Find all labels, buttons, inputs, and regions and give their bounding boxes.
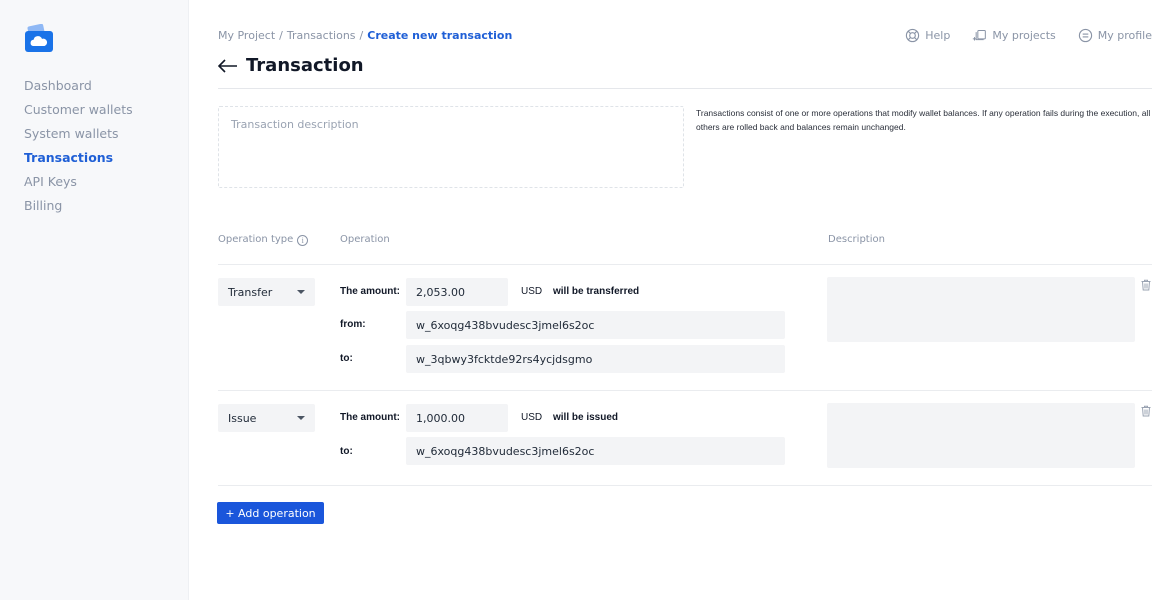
trash-icon[interactable]: [1140, 405, 1152, 417]
info-icon[interactable]: i: [297, 235, 309, 246]
from-wallet-input[interactable]: [406, 311, 785, 339]
to-label: to:: [340, 353, 353, 364]
to-wallet-input[interactable]: [406, 437, 785, 465]
operation-type-select[interactable]: Issue: [218, 404, 315, 432]
back-arrow-icon[interactable]: [218, 58, 238, 73]
header-divider: [218, 88, 1152, 89]
column-description: Description: [828, 234, 885, 245]
trash-icon[interactable]: [1140, 279, 1152, 291]
add-project-icon: [973, 29, 987, 41]
currency-label: USD: [521, 412, 543, 423]
sidebar-item-system-wallets[interactable]: System wallets: [24, 126, 133, 150]
breadcrumb-separator: /: [359, 29, 364, 42]
lifebuoy-icon: [906, 28, 920, 43]
operation-description-input[interactable]: [827, 403, 1135, 468]
transaction-description-input[interactable]: [218, 106, 684, 188]
help-link[interactable]: Help: [905, 28, 950, 43]
operation-divider: [218, 485, 1152, 486]
operation-type-value: Transfer: [228, 285, 273, 299]
caret-down-icon: [297, 290, 305, 294]
amount-label: The amount:: [340, 286, 400, 297]
operation-suffix-label: will be transferred: [553, 286, 640, 297]
column-operation-type-label: Operation type: [218, 234, 294, 245]
my-profile-label: My profile: [1097, 29, 1152, 42]
amount-input[interactable]: [406, 278, 508, 306]
operation-divider: [218, 390, 1152, 391]
top-nav: Help My projects My profile: [905, 28, 1152, 43]
sidebar-item-billing[interactable]: Billing: [24, 198, 133, 222]
add-operation-button[interactable]: + Add operation: [217, 502, 324, 524]
breadcrumb-separator: /: [279, 29, 283, 42]
amount-label: The amount:: [340, 412, 400, 423]
breadcrumb-create-new-transaction: Create new transaction: [367, 29, 513, 42]
my-projects-link[interactable]: My projects: [972, 28, 1056, 43]
currency-label: USD: [521, 286, 543, 297]
to-wallet-input[interactable]: [406, 345, 785, 373]
profile-menu-icon: [1078, 28, 1092, 43]
sidebar: Dashboard Customer wallets System wallet…: [0, 0, 189, 600]
table-divider: [218, 264, 1152, 265]
my-profile-link[interactable]: My profile: [1078, 28, 1152, 43]
page-title: Transaction: [246, 55, 364, 76]
sidebar-item-transactions[interactable]: Transactions: [24, 150, 133, 174]
sidebar-item-customer-wallets[interactable]: Customer wallets: [24, 102, 133, 126]
from-label: from:: [340, 319, 366, 330]
breadcrumb-transactions[interactable]: Transactions: [287, 29, 356, 42]
column-operation-type: Operation type i: [218, 234, 309, 246]
breadcrumb-my-project[interactable]: My Project: [218, 29, 275, 42]
transaction-help-text: Transactions consist of one or more oper…: [696, 108, 1151, 132]
my-projects-label: My projects: [992, 29, 1056, 42]
operation-type-select[interactable]: Transfer: [218, 278, 315, 306]
operation-suffix-label: will be issued: [553, 412, 619, 423]
column-operation: Operation: [340, 234, 390, 245]
breadcrumb: My Project / Transactions / Create new trans…: [218, 29, 512, 42]
operation-type-value: Issue: [228, 411, 257, 425]
amount-input[interactable]: [406, 404, 508, 432]
help-label: Help: [925, 29, 951, 42]
caret-down-icon: [297, 416, 305, 420]
cloud-wallet-logo-icon[interactable]: [24, 24, 54, 54]
sidebar-nav: Dashboard Customer wallets System wallet…: [24, 78, 133, 222]
operation-description-input[interactable]: [827, 277, 1135, 342]
to-label: to:: [340, 446, 353, 457]
sidebar-item-api-keys[interactable]: API Keys: [24, 174, 133, 198]
sidebar-item-dashboard[interactable]: Dashboard: [24, 78, 133, 102]
title-row: Transaction: [218, 55, 364, 76]
